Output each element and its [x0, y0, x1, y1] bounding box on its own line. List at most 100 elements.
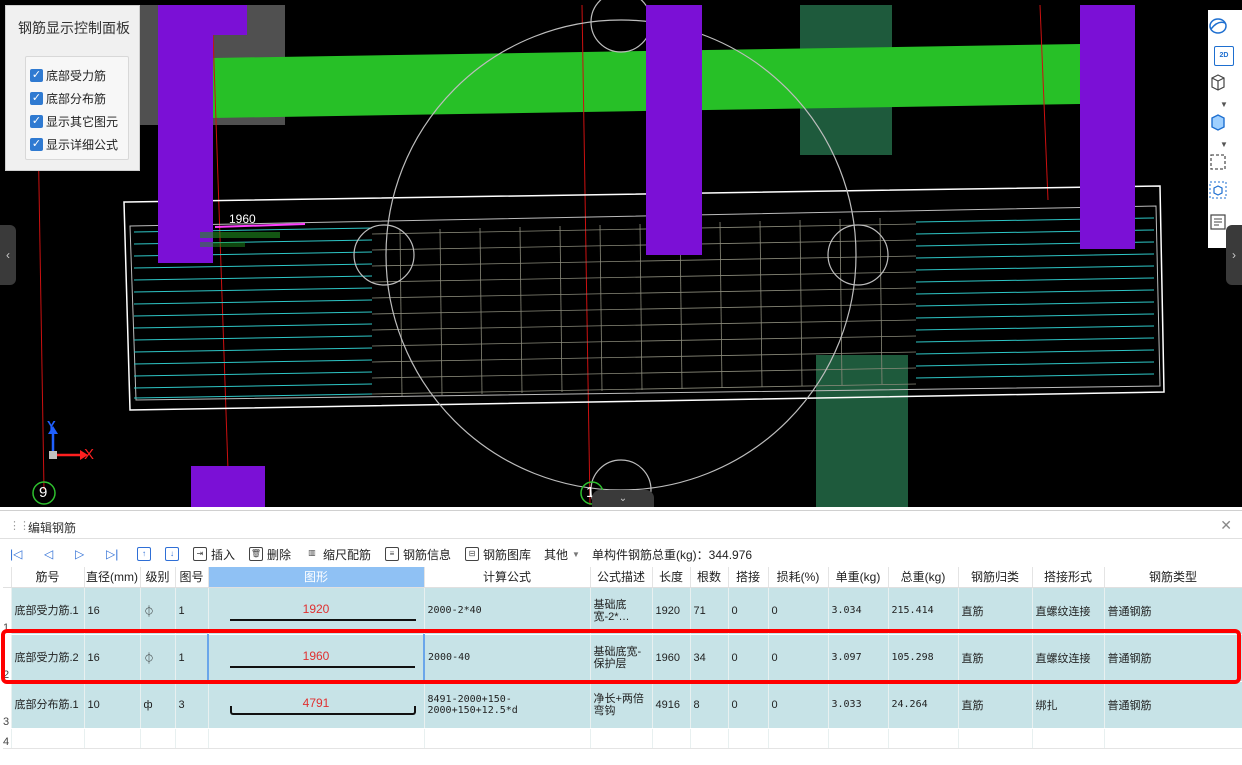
close-icon[interactable]: ✕ — [1220, 517, 1232, 534]
table-row[interactable]: 3 底部分布筋.1 10 ф 3 4791 8491-2000+150-2000+150+1… — [3, 681, 1242, 729]
cell-desc[interactable]: 基础底宽-2*… — [590, 587, 653, 635]
cell-loss[interactable]: 0 — [768, 587, 829, 635]
cell-rebar-type[interactable]: 普通钢筋 — [1104, 634, 1242, 682]
cell-grade[interactable]: ⏀ — [140, 634, 176, 682]
shape-figure[interactable]: 1960 — [212, 635, 420, 681]
cell-loss[interactable]: 0 — [768, 681, 829, 729]
move-down-button[interactable]: ↓ — [165, 545, 183, 563]
cell-unit-weight[interactable]: 3.034 — [828, 587, 889, 635]
select-box-icon[interactable] — [1208, 152, 1228, 172]
shape-figure[interactable]: 1920 — [212, 588, 421, 634]
checkbox-checked-icon[interactable]: ✓ — [30, 68, 43, 82]
empty-cell[interactable] — [958, 728, 1033, 749]
chevron-down-icon[interactable]: ▼ — [1220, 100, 1228, 109]
table-row-empty[interactable]: 4 — [3, 728, 1242, 749]
empty-cell[interactable] — [690, 728, 729, 749]
shape-cell[interactable]: 1960 — [207, 634, 425, 682]
column-header[interactable]: 钢筋归类 — [958, 567, 1033, 588]
checkbox-checked-icon[interactable]: ✓ — [30, 91, 43, 105]
empty-cell[interactable] — [1104, 728, 1242, 749]
first-record-icon[interactable]: |◁ — [10, 545, 22, 563]
cell-lap-type[interactable]: 绑扎 — [1032, 681, 1105, 729]
shape-cell[interactable]: 4791 — [208, 681, 425, 729]
cell-grade[interactable]: ф — [140, 681, 176, 729]
cell-name[interactable]: 底部分布筋.1 — [11, 681, 85, 729]
column-header[interactable]: 搭接 — [728, 567, 769, 588]
cell-desc[interactable]: 基础底宽-保护层 — [590, 634, 653, 682]
column-header[interactable]: 钢筋类型 — [1104, 567, 1242, 588]
last-record-icon[interactable]: ▷| — [106, 545, 118, 563]
column-header[interactable]: 总重(kg) — [888, 567, 959, 588]
empty-cell[interactable] — [84, 728, 141, 749]
delete-button[interactable]: 🗑 删除 — [249, 545, 291, 563]
3d-viewport[interactable]: 1960 Y X 9 1 钢筋显示控制面板 ✓ 底部受力筋 ✓ 底部分布筋 ✓ 显示其… — [0, 0, 1242, 507]
cell-count[interactable]: 8 — [690, 681, 729, 729]
cell-lap[interactable]: 0 — [728, 587, 769, 635]
move-up-button[interactable]: ↑ — [137, 545, 155, 563]
cell-total-weight[interactable]: 105.298 — [888, 634, 959, 682]
cell-grade[interactable]: ⏀ — [140, 587, 176, 635]
empty-cell[interactable] — [728, 728, 769, 749]
chevron-down-icon[interactable]: ▼ — [1220, 140, 1228, 149]
empty-cell[interactable] — [1032, 728, 1105, 749]
column-header[interactable]: 筋号 — [11, 567, 85, 588]
column-header[interactable]: 损耗(%) — [768, 567, 829, 588]
cell-lap-type[interactable]: 直螺纹连接 — [1032, 634, 1105, 682]
cube-outline-icon[interactable] — [1208, 72, 1228, 92]
shape-cell[interactable]: 1920 — [208, 587, 425, 635]
rebar-info-button[interactable]: ≡ 钢筋信息 — [385, 545, 451, 563]
empty-cell[interactable] — [175, 728, 209, 749]
right-collapse-tab[interactable]: › — [1226, 225, 1242, 285]
cell-length[interactable]: 1960 — [652, 634, 691, 682]
cell-length[interactable]: 4916 — [652, 681, 691, 729]
column-header[interactable]: 级别 — [140, 567, 176, 588]
shape-figure[interactable]: 4791 — [212, 682, 421, 728]
cell-rebar-type[interactable]: 普通钢筋 — [1104, 681, 1242, 729]
cell-name[interactable]: 底部受力筋.2 — [11, 634, 85, 682]
column-header[interactable]: 计算公式 — [424, 567, 591, 588]
cell-unit-weight[interactable]: 3.097 — [828, 634, 889, 682]
cell-lap[interactable]: 0 — [728, 681, 769, 729]
empty-cell[interactable] — [652, 728, 691, 749]
component-view-icon[interactable] — [1208, 180, 1228, 200]
3d-view-icon[interactable] — [1208, 112, 1228, 132]
cell-diameter[interactable]: 10 — [84, 681, 141, 729]
empty-cell[interactable] — [11, 728, 85, 749]
cell-total-weight[interactable]: 215.414 — [888, 587, 959, 635]
left-collapse-tab[interactable]: ‹ — [0, 225, 16, 285]
empty-cell[interactable] — [768, 728, 829, 749]
cell-diameter[interactable]: 16 — [84, 634, 141, 682]
drag-grip-icon[interactable]: ⋮⋮ — [9, 519, 30, 532]
column-header[interactable]: 图号 — [175, 567, 209, 588]
cell-count[interactable]: 71 — [690, 587, 729, 635]
list-panel-icon[interactable] — [1208, 212, 1228, 232]
cell-loss[interactable]: 0 — [768, 634, 829, 682]
column-header[interactable]: 公式描述 — [590, 567, 653, 588]
cell-formula[interactable]: 2000-2*40 — [424, 587, 591, 635]
empty-cell[interactable] — [208, 728, 425, 749]
cell-figure-no[interactable]: 1 — [175, 634, 209, 682]
cell-length[interactable]: 1920 — [652, 587, 691, 635]
cell-total-weight[interactable]: 24.264 — [888, 681, 959, 729]
cell-desc[interactable]: 净长+两倍弯钩 — [590, 681, 653, 729]
empty-cell[interactable] — [888, 728, 959, 749]
table-row[interactable]: 2 底部受力筋.2 16 ⏀ 1 1960 2000-40 基础底宽-保护层 1960 34 0 0 3… — [3, 634, 1242, 682]
cell-formula[interactable]: 2000-40 — [424, 634, 591, 682]
cell-category[interactable]: 直筋 — [958, 587, 1033, 635]
rebar-library-button[interactable]: ⊟ 钢筋图库 — [465, 545, 531, 563]
cell-rebar-type[interactable]: 普通钢筋 — [1104, 587, 1242, 635]
option-bottom-distribution-rebar[interactable]: ✓ 底部分布筋 — [30, 89, 106, 107]
option-show-other-elements[interactable]: ✓ 显示其它图元 — [30, 112, 118, 130]
cell-figure-no[interactable]: 1 — [175, 587, 209, 635]
cell-formula[interactable]: 8491-2000+150-2000+150+12.5*d — [424, 681, 591, 729]
column-header[interactable]: 直径(mm) — [84, 567, 141, 588]
column-header[interactable]: 单重(kg) — [828, 567, 889, 588]
column-header[interactable]: 搭接形式 — [1032, 567, 1105, 588]
bottom-collapse-tab[interactable]: ⌄ — [592, 490, 654, 507]
column-header[interactable]: 根数 — [690, 567, 729, 588]
cell-figure-no[interactable]: 3 — [175, 681, 209, 729]
orbit-icon[interactable] — [1208, 16, 1228, 36]
table-row[interactable]: 1 底部受力筋.1 16 ⏀ 1 1920 2000-2*40 基础底宽-2*… 1920 71 0… — [3, 587, 1242, 635]
option-bottom-main-rebar[interactable]: ✓ 底部受力筋 — [30, 66, 106, 84]
cell-category[interactable]: 直筋 — [958, 681, 1033, 729]
